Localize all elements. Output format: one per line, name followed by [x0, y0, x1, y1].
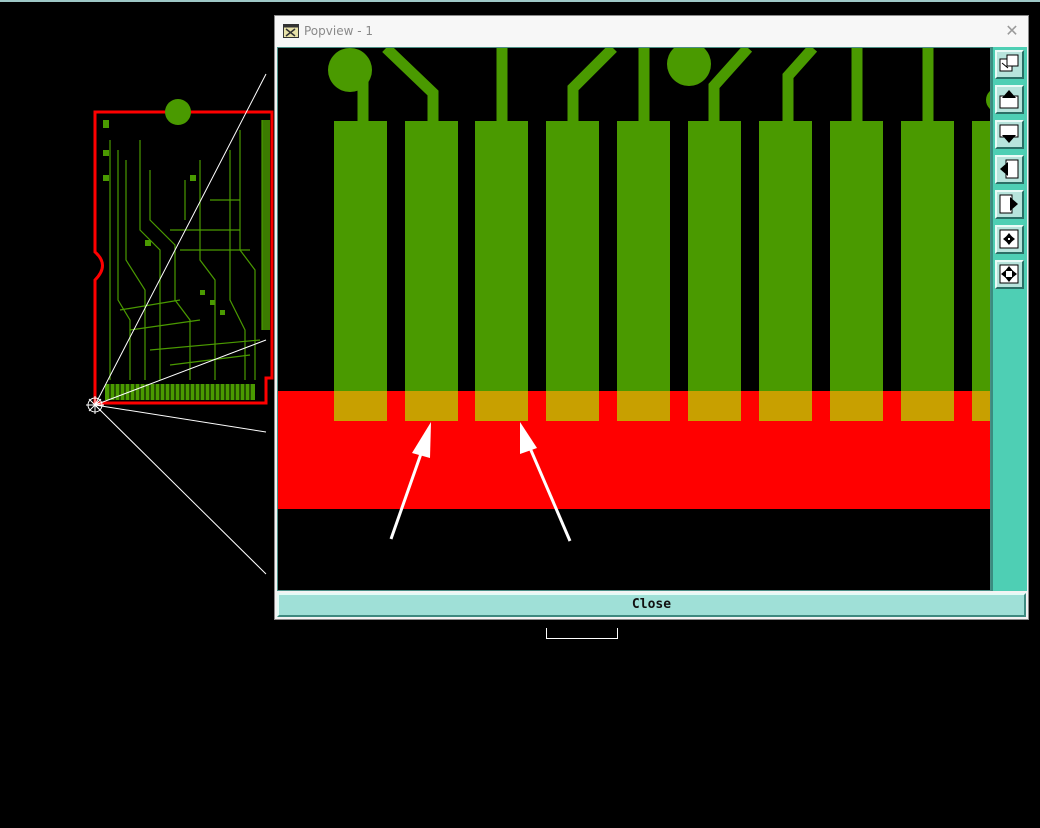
pads	[334, 121, 990, 421]
window-title: Popview - 1	[304, 24, 373, 38]
zoom-in-out-icon	[999, 264, 1019, 284]
zoomed-pcb-view	[278, 48, 990, 542]
zoom-window-icon	[999, 54, 1019, 72]
pan-right-button[interactable]	[995, 190, 1024, 219]
pan-left-button[interactable]	[995, 155, 1024, 184]
pad-traces	[357, 48, 934, 123]
popview-window: Popview - 1 ✕ Close	[274, 15, 1029, 620]
via-circle	[667, 48, 711, 86]
zoom-fit-button[interactable]	[995, 225, 1024, 254]
zoom-window-button[interactable]	[995, 50, 1024, 79]
pan-up-button[interactable]	[995, 85, 1024, 114]
zoom-in-out-button[interactable]	[995, 260, 1024, 289]
pan-up-icon	[999, 90, 1019, 109]
zoomed-viewport[interactable]	[277, 47, 991, 591]
view-toolbar	[991, 47, 1027, 591]
close-icon[interactable]: ✕	[1002, 20, 1022, 42]
pan-right-icon	[999, 194, 1018, 214]
title-bar[interactable]: Popview - 1 ✕	[275, 16, 1028, 47]
pan-left-icon	[1000, 159, 1019, 179]
mounting-hole	[165, 99, 191, 125]
board-vias	[103, 120, 270, 330]
board-traces	[109, 120, 263, 380]
pan-down-icon	[999, 124, 1019, 143]
close-button[interactable]: Close	[277, 593, 1026, 617]
zoom-fit-icon	[999, 229, 1019, 249]
selection-bracket	[546, 628, 618, 639]
pan-down-button[interactable]	[995, 120, 1024, 149]
app-icon	[283, 24, 299, 38]
